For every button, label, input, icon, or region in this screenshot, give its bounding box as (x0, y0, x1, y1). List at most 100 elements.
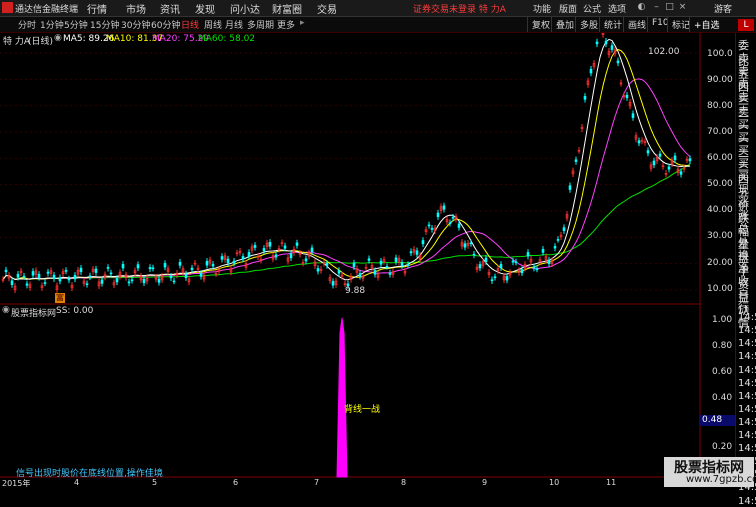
candle-body (421, 240, 425, 245)
candle-body (16, 273, 20, 278)
tf-monthly[interactable]: 月线 (225, 18, 243, 31)
candle-body (637, 140, 641, 144)
candle-body (442, 205, 446, 210)
close-icon[interactable]: × (677, 2, 688, 13)
candle-body (304, 258, 308, 262)
candle-body (379, 260, 383, 265)
menu-wenxiaoda[interactable]: 问小达 (230, 1, 260, 16)
candle-body (268, 242, 272, 247)
high-price-label: 102.00 (648, 47, 680, 57)
candle-body (205, 260, 209, 266)
candle-body (484, 257, 488, 262)
candle-body (520, 269, 524, 274)
candle-body (310, 247, 314, 253)
tf-15min[interactable]: 15分钟 (90, 18, 119, 31)
diejia-button[interactable]: 叠加 (551, 17, 578, 32)
tf-weekly[interactable]: 周线 (204, 18, 222, 31)
skin-icon[interactable]: ◐ (636, 2, 647, 13)
y-label: 10.00 (707, 284, 733, 294)
tf-fenshi[interactable]: 分时 (18, 18, 36, 31)
tongji-button[interactable]: 统计 (599, 17, 626, 32)
y-label: 70.00 (707, 127, 733, 137)
candle-body (232, 260, 236, 264)
candle-body (25, 283, 29, 286)
minimize-icon[interactable]: – (651, 2, 662, 13)
candle-body (409, 251, 413, 254)
candle-body (316, 268, 320, 272)
candle-body (367, 258, 371, 261)
app-title: 通达信金融终端 (15, 5, 79, 15)
menu-jiaoyi[interactable]: 交易 (317, 1, 337, 16)
level-badge: L (738, 19, 754, 31)
tf-1min[interactable]: 1分钟 (40, 18, 64, 31)
tf-5min[interactable]: 5分钟 (64, 18, 88, 31)
huaxian-button[interactable]: 画线 (623, 17, 650, 32)
menu-banmian[interactable]: 版面 (559, 2, 577, 15)
tf-30min[interactable]: 30分钟 (121, 18, 150, 31)
candle-body (247, 252, 251, 257)
y-label: 100.0 (707, 49, 733, 59)
account-label[interactable]: 游客 (714, 2, 732, 15)
fortune-marker[interactable]: 富 (55, 293, 65, 303)
candle-body (556, 239, 560, 241)
candle-body (448, 222, 452, 224)
sub-y-label: 0.20 (712, 442, 733, 452)
fuquan-button[interactable]: 复权 (527, 17, 554, 32)
tf-more[interactable]: 更多 (277, 18, 295, 31)
x-label: 4 (74, 478, 80, 487)
candle-body (526, 252, 530, 257)
candle-body (148, 267, 152, 270)
candle-body (610, 45, 614, 50)
candle-body (199, 273, 203, 277)
menu-hangqing[interactable]: 行情 (87, 1, 107, 16)
menu-caifuquan[interactable]: 财富圈 (272, 1, 302, 16)
candle-body (583, 96, 587, 100)
candle-body (31, 271, 35, 276)
candle-body (652, 160, 656, 166)
y-label: 50.00 (707, 179, 733, 189)
candle-body (532, 266, 536, 269)
x-label: 5 (152, 478, 158, 487)
kline-chart[interactable] (0, 33, 735, 487)
candle-body (52, 274, 56, 280)
menu-gongshi[interactable]: 公式 (583, 2, 601, 15)
menu-gongneng[interactable]: 功能 (533, 2, 551, 15)
tf-multi[interactable]: 多周期 (247, 18, 274, 31)
candle-body (493, 276, 497, 279)
candle-body (337, 270, 341, 274)
x-label: 6 (233, 478, 239, 487)
more-dropdown-icon[interactable]: ▸ (300, 18, 305, 28)
tf-60min[interactable]: 60分钟 (151, 18, 180, 31)
x-label: 11 (606, 478, 617, 487)
login-warning: 证券交易未登录 特 力A (413, 5, 506, 15)
candle-body (109, 272, 113, 275)
y-label: 90.00 (707, 75, 733, 85)
y-label: 40.00 (707, 205, 733, 215)
candle-body (220, 256, 224, 260)
candle-body (172, 280, 176, 283)
candle-body (499, 264, 503, 269)
duogu-button[interactable]: 多股 (575, 17, 602, 32)
candle-body (130, 279, 134, 282)
menu-faxian[interactable]: 发现 (195, 1, 215, 16)
menu-zixun[interactable]: 资讯 (160, 1, 180, 16)
maximize-icon[interactable]: □ (664, 2, 675, 13)
menu-xuanxiang[interactable]: 选项 (608, 2, 626, 15)
candle-body (511, 260, 515, 263)
self-select-button[interactable]: +自选 (689, 17, 724, 32)
candle-body (4, 269, 8, 273)
ma20-line (2, 78, 691, 280)
candle-body (658, 153, 662, 157)
tf-daily[interactable]: 日线 (181, 18, 199, 31)
candle-body (547, 259, 551, 264)
candle-body (46, 271, 50, 274)
candle-body (457, 223, 461, 228)
candle-body (406, 264, 410, 266)
menu-shichang[interactable]: 市场 (126, 1, 146, 16)
candle-body (373, 270, 377, 275)
candle-body (178, 261, 182, 266)
candle-body (67, 278, 71, 281)
x-label: 8 (401, 478, 407, 487)
candle-body (184, 273, 188, 279)
candle-body (241, 256, 245, 260)
